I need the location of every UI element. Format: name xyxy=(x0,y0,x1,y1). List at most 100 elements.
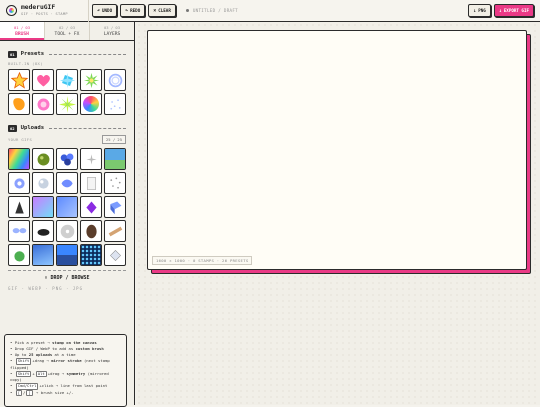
uploads-subtitle: YOUR GIFS xyxy=(8,137,33,142)
upload-thumb[interactable] xyxy=(56,172,78,194)
drawing-canvas[interactable]: 1600 × 1000 · 0 STAMPS · 26 PRESETS xyxy=(147,30,527,270)
upload-thumb[interactable] xyxy=(56,148,78,170)
hint-line: • [/] → brush size +/- xyxy=(10,389,74,396)
sidebar: 01 / 03 BRUSH 02 / 03 TOOL + FX 03 / 03 LAY… xyxy=(0,22,135,407)
upload-thumb[interactable] xyxy=(32,196,54,218)
preset-star[interactable] xyxy=(8,69,30,91)
app-logo[interactable]: mederuGIF GIF · POSTS · STAMP xyxy=(0,0,89,22)
uploads-count: 25 / 25 xyxy=(101,135,126,144)
preset-rainbow-orb[interactable] xyxy=(80,93,102,115)
close-icon: × xyxy=(153,7,157,14)
rainbow-gif-thumbnail xyxy=(9,149,29,169)
clear-button[interactable]: × CLEAR xyxy=(148,4,176,17)
logo-icon xyxy=(6,5,17,16)
starburst-icon xyxy=(58,95,76,113)
upload-thumb[interactable] xyxy=(80,244,102,266)
upload-thumb[interactable] xyxy=(80,148,102,170)
export-gif-button[interactable]: ↓ EXPORT GIF xyxy=(493,4,534,17)
ribbon-gif-thumbnail xyxy=(108,226,122,236)
upload-thumb[interactable] xyxy=(56,220,78,242)
upload-thumb[interactable] xyxy=(80,220,102,242)
sparkle-gif-thumbnail xyxy=(85,153,97,165)
preset-flower[interactable] xyxy=(32,93,54,115)
heart-icon xyxy=(36,74,50,86)
tab-layers[interactable]: 03 / 03 LAYERS xyxy=(90,22,134,40)
card-gif-thumbnail xyxy=(86,176,96,190)
shortcut-hints-panel: • Pick a preset → stamp on the canvas • … xyxy=(4,334,127,407)
landscape-gif-thumbnail xyxy=(105,149,125,169)
ball-gif-thumbnail xyxy=(37,153,49,165)
sidebar-tabs: 01 / 03 BRUSH 02 / 03 TOOL + FX 03 / 03 LAY… xyxy=(0,22,134,41)
preset-ring[interactable] xyxy=(104,69,126,91)
wave-gif-thumbnail xyxy=(33,245,53,265)
upload-thumb[interactable] xyxy=(104,220,126,242)
status-dot-icon xyxy=(185,9,189,12)
upload-thumb[interactable] xyxy=(8,148,30,170)
upload-thumb[interactable] xyxy=(104,196,126,218)
drop-browse-zone[interactable]: ↑ DROP / BROWSE xyxy=(8,270,126,284)
upload-thumb[interactable] xyxy=(104,172,126,194)
preset-dots[interactable] xyxy=(104,93,126,115)
presets-header: 01 Presets xyxy=(0,49,134,59)
upload-thumb[interactable] xyxy=(56,196,78,218)
preset-blob[interactable] xyxy=(8,93,30,115)
blob-icon xyxy=(12,97,25,110)
fish-gif-thumbnail xyxy=(61,179,73,187)
app-name: mederuGIF xyxy=(21,3,56,11)
water-gif-thumbnail xyxy=(57,197,77,217)
preset-burst[interactable] xyxy=(80,69,102,91)
uploads-grid xyxy=(0,148,134,266)
presets-grid xyxy=(0,69,134,115)
flower-icon xyxy=(37,98,49,110)
dots-icon xyxy=(109,98,121,110)
flower-gif-thumbnail xyxy=(13,177,25,189)
butterfly-gif-thumbnail xyxy=(12,227,26,233)
document-status: UNTITLED / DRAFT xyxy=(185,8,238,13)
sparkle-icon xyxy=(59,72,75,88)
upload-thumb[interactable] xyxy=(32,172,54,194)
cube-gif-thumbnail xyxy=(109,201,121,214)
supported-formats: GIF · WEBP · PNG · JPG xyxy=(8,286,83,291)
sea-gif-thumbnail xyxy=(57,245,77,265)
canvas-info: 1600 × 1000 · 0 STAMPS · 26 PRESETS xyxy=(152,256,253,265)
upload-thumb[interactable] xyxy=(8,196,30,218)
undo-button[interactable]: ↶ UNDO xyxy=(92,4,118,17)
bird-gif-thumbnail xyxy=(37,228,49,236)
preset-sparkle-square[interactable] xyxy=(56,69,78,91)
redo-button[interactable]: ↷ REDO xyxy=(120,4,146,17)
molecule-gif-thumbnail xyxy=(60,153,73,165)
app-subtitle: GIF · POSTS · STAMP xyxy=(21,11,68,16)
hint-line: • Shift +drag → mirror stroke (next stamp… xyxy=(10,358,110,370)
ring-icon xyxy=(108,73,122,87)
face-gif-thumbnail xyxy=(85,224,97,238)
tab-tool-fx[interactable]: 02 / 03 TOOL + FX xyxy=(45,22,90,40)
upload-thumb[interactable] xyxy=(8,220,30,242)
redo-icon: ↷ xyxy=(125,7,129,14)
uploads-header: 02 Uploads xyxy=(0,123,134,133)
upload-thumb[interactable] xyxy=(56,244,78,266)
undo-icon: ↶ xyxy=(97,7,101,14)
star-icon xyxy=(10,71,28,89)
upload-thumb[interactable] xyxy=(8,172,30,194)
upload-thumb[interactable] xyxy=(32,220,54,242)
cd-gif-thumbnail xyxy=(60,224,74,238)
upload-thumb[interactable] xyxy=(80,172,102,194)
upload-thumb[interactable] xyxy=(8,244,30,266)
download-png-button[interactable]: ↓ PNG xyxy=(468,4,491,17)
diamond-gif-thumbnail xyxy=(109,249,121,261)
upload-thumb[interactable] xyxy=(104,244,126,266)
confetti-gif-thumbnail xyxy=(109,177,121,189)
gradient-gif-thumbnail xyxy=(33,197,53,217)
upload-thumb[interactable] xyxy=(80,196,102,218)
tab-brush[interactable]: 01 / 03 BRUSH xyxy=(0,22,45,40)
preset-heart[interactable] xyxy=(32,69,54,91)
upload-thumb[interactable] xyxy=(32,244,54,266)
frog-gif-thumbnail xyxy=(13,250,25,261)
upload-thumb[interactable] xyxy=(104,148,126,170)
burst-icon xyxy=(83,72,99,88)
top-bar: mederuGIF GIF · POSTS · STAMP ↶ UNDO ↷ RED… xyxy=(0,0,540,22)
rainbow-orb-icon xyxy=(83,96,99,112)
upload-thumb[interactable] xyxy=(32,148,54,170)
preset-starburst[interactable] xyxy=(56,93,78,115)
upload-arrow-icon: ↑ xyxy=(44,274,48,281)
